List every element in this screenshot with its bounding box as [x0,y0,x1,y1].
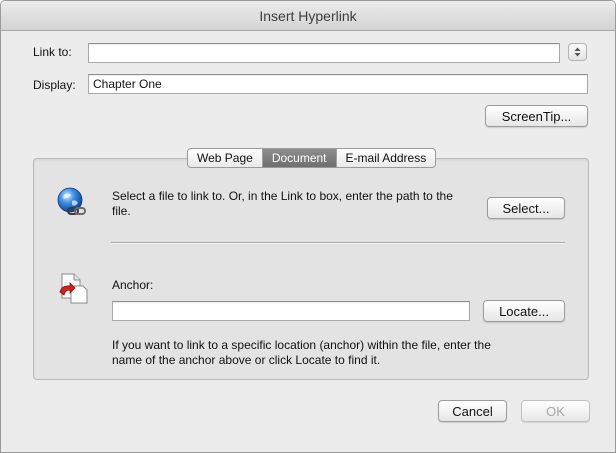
ok-button[interactable]: OK [521,400,590,422]
window-title: Insert Hyperlink [1,1,615,31]
anchor-label: Anchor: [112,278,154,292]
display-input[interactable] [88,74,588,94]
anchor-input[interactable] [112,301,470,321]
link-to-stepper[interactable] [568,43,587,61]
globe-link-icon [57,187,86,215]
link-to-label: Link to: [33,45,72,59]
locate-button[interactable]: Locate... [483,300,565,322]
up-down-stepper-icon [574,47,581,57]
link-type-tabs: Web Page Document E-mail Address [187,148,437,168]
tab-document[interactable]: Document [262,149,337,167]
link-to-input[interactable] [88,43,560,63]
insert-hyperlink-dialog: Insert Hyperlink Link to: Display: Scree… [0,0,616,453]
select-file-description: Select a file to link to. Or, in the Lin… [112,189,453,218]
cancel-button[interactable]: Cancel [438,400,507,422]
screentip-button[interactable]: ScreenTip... [485,105,588,127]
anchor-description: If you want to link to a specific locati… [112,338,491,367]
document-anchor-icon [59,273,88,304]
tab-email-address[interactable]: E-mail Address [337,149,436,167]
select-button[interactable]: Select... [487,197,565,219]
tab-web-page[interactable]: Web Page [188,149,263,167]
display-label: Display: [33,78,76,92]
section-separator [111,242,565,243]
